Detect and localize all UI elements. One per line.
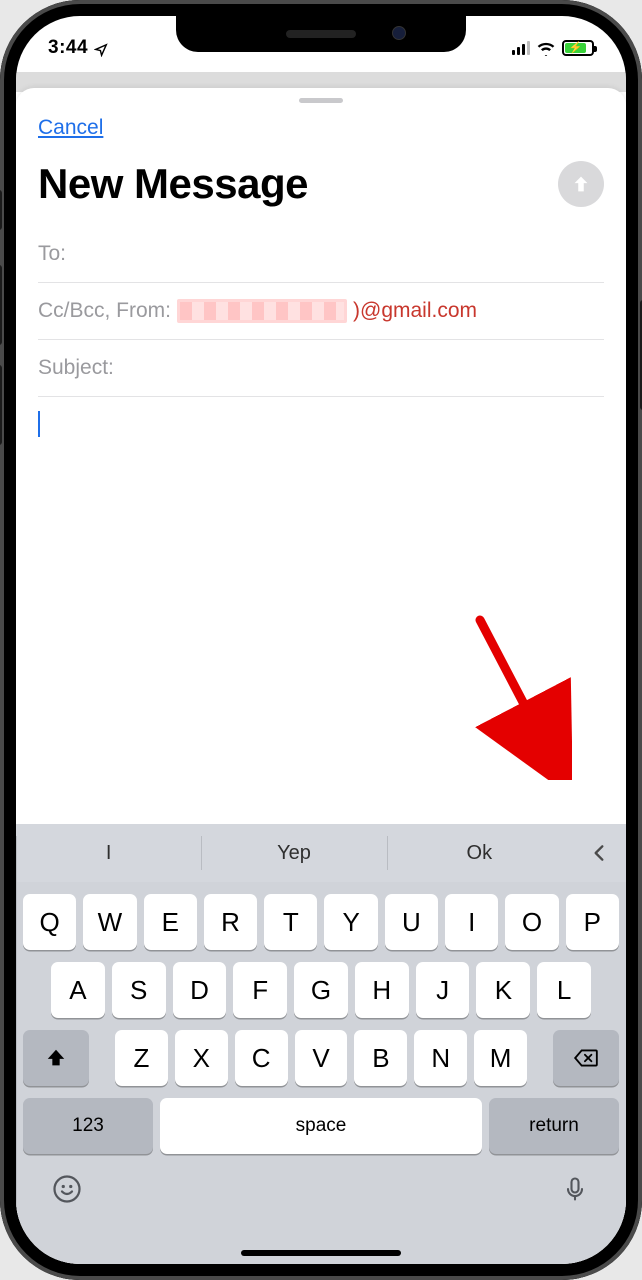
key-e[interactable]: E bbox=[144, 894, 197, 950]
to-label: To: bbox=[38, 242, 66, 266]
shift-icon bbox=[45, 1047, 67, 1069]
suggestion-2[interactable]: Yep bbox=[201, 824, 386, 882]
arrow-up-icon bbox=[570, 173, 592, 195]
shift-key[interactable] bbox=[23, 1030, 89, 1086]
key-l[interactable]: L bbox=[537, 962, 591, 1018]
from-email-redacted bbox=[177, 299, 347, 323]
key-w[interactable]: W bbox=[83, 894, 136, 950]
key-o[interactable]: O bbox=[505, 894, 558, 950]
key-s[interactable]: S bbox=[112, 962, 166, 1018]
key-a[interactable]: A bbox=[51, 962, 105, 1018]
space-key[interactable]: space bbox=[160, 1098, 482, 1154]
send-button[interactable] bbox=[558, 161, 604, 207]
subject-label: Subject: bbox=[38, 356, 114, 380]
emoji-button[interactable] bbox=[50, 1172, 84, 1206]
key-m[interactable]: M bbox=[474, 1030, 527, 1086]
cc-bcc-from-label: Cc/Bcc, From: bbox=[38, 299, 171, 323]
key-b[interactable]: B bbox=[354, 1030, 407, 1086]
cellular-signal-icon bbox=[512, 41, 530, 55]
microphone-icon bbox=[561, 1175, 589, 1203]
key-y[interactable]: Y bbox=[324, 894, 377, 950]
to-field[interactable]: To: bbox=[38, 226, 604, 283]
sheet-grabber[interactable] bbox=[299, 98, 343, 103]
battery-icon: ⚡ bbox=[562, 40, 594, 56]
suggestion-1[interactable]: I bbox=[16, 824, 201, 882]
key-p[interactable]: P bbox=[566, 894, 619, 950]
key-f[interactable]: F bbox=[233, 962, 287, 1018]
key-c[interactable]: C bbox=[235, 1030, 288, 1086]
keyboard: I Yep Ok Q W E R T Y U I O bbox=[16, 824, 626, 1264]
message-body-input[interactable] bbox=[16, 397, 626, 517]
key-j[interactable]: J bbox=[416, 962, 470, 1018]
from-email-domain: )@gmail.com bbox=[353, 299, 477, 323]
key-v[interactable]: V bbox=[295, 1030, 348, 1086]
key-z[interactable]: Z bbox=[115, 1030, 168, 1086]
notch bbox=[176, 16, 466, 52]
key-x[interactable]: X bbox=[175, 1030, 228, 1086]
annotation-arrow bbox=[462, 610, 572, 780]
cancel-button[interactable]: Cancel bbox=[38, 116, 103, 140]
key-q[interactable]: Q bbox=[23, 894, 76, 950]
page-title: New Message bbox=[38, 160, 308, 208]
location-icon bbox=[94, 41, 108, 55]
numbers-key[interactable]: 123 bbox=[23, 1098, 153, 1154]
chevron-left-icon bbox=[589, 843, 609, 863]
home-indicator[interactable] bbox=[241, 1250, 401, 1256]
text-caret bbox=[38, 411, 40, 437]
status-time: 3:44 bbox=[48, 37, 88, 59]
return-key[interactable]: return bbox=[489, 1098, 619, 1154]
key-h[interactable]: H bbox=[355, 962, 409, 1018]
key-t[interactable]: T bbox=[264, 894, 317, 950]
key-n[interactable]: N bbox=[414, 1030, 467, 1086]
format-bar-toggle[interactable] bbox=[572, 824, 626, 882]
key-i[interactable]: I bbox=[445, 894, 498, 950]
key-g[interactable]: G bbox=[294, 962, 348, 1018]
wifi-icon bbox=[536, 41, 556, 55]
compose-sheet: Cancel New Message To: Cc/Bcc, From: )@g… bbox=[16, 88, 626, 1264]
suggestion-bar: I Yep Ok bbox=[16, 824, 626, 882]
cc-bcc-from-field[interactable]: Cc/Bcc, From: )@gmail.com bbox=[38, 283, 604, 340]
suggestion-3[interactable]: Ok bbox=[387, 824, 572, 882]
emoji-icon bbox=[52, 1174, 82, 1204]
key-r[interactable]: R bbox=[204, 894, 257, 950]
dictation-button[interactable] bbox=[558, 1172, 592, 1206]
backspace-icon bbox=[573, 1045, 599, 1071]
subject-field[interactable]: Subject: bbox=[38, 340, 604, 397]
backspace-key[interactable] bbox=[553, 1030, 619, 1086]
key-d[interactable]: D bbox=[173, 962, 227, 1018]
key-k[interactable]: K bbox=[476, 962, 530, 1018]
key-u[interactable]: U bbox=[385, 894, 438, 950]
